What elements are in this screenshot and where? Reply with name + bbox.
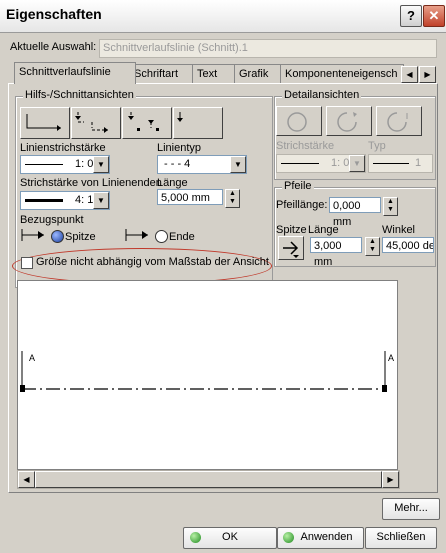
tab-text[interactable]: Text xyxy=(192,64,239,83)
laenge-input[interactable]: 5,000 mm xyxy=(157,189,223,205)
tab-komponenteneigenschaften[interactable]: Komponenteneigensch xyxy=(280,64,404,83)
detail-group-title: Detailansichten xyxy=(282,89,362,101)
scale-checkbox-label: Größe nicht abhängig vom Maßstab der Ans… xyxy=(36,256,269,268)
apply-icon xyxy=(283,532,294,543)
spitze-label: Spitze xyxy=(65,231,96,243)
selection-field: Schnittverlaufslinie (Schnitt).1 xyxy=(99,39,437,58)
tab-scroll-right[interactable]: ▶ xyxy=(419,66,436,83)
linientyp-label: Linientyp xyxy=(157,142,202,154)
scroll-right-icon[interactable]: ▶ xyxy=(382,471,399,488)
pfeile-laenge-label: Länge xyxy=(308,224,339,236)
chevron-down-icon[interactable]: ▼ xyxy=(230,156,246,173)
detail-strichstaerke-select[interactable]: 1: 0 ▼ xyxy=(276,154,366,173)
detail-style-button-3[interactable] xyxy=(376,106,422,136)
detail-circle-2-icon xyxy=(337,112,357,132)
tab-schriftart[interactable]: Schriftart xyxy=(129,64,197,83)
schliessen-button[interactable]: Schließen xyxy=(365,527,437,549)
scroll-thumb[interactable] xyxy=(35,471,382,488)
linienstrichstaerke-select[interactable]: 1: 0 ▼ xyxy=(20,155,110,174)
scale-checkbox[interactable] xyxy=(21,257,33,269)
detail-typ-label: Typ xyxy=(368,140,386,152)
bezugspunkt-label: Bezugspunkt xyxy=(20,214,84,226)
anwenden-label: Anwenden xyxy=(300,531,353,543)
chevron-down-icon[interactable]: ▼ xyxy=(93,156,109,173)
pfeillaenge-spinner[interactable]: ▲ ▼ xyxy=(383,197,398,216)
tab-label: Schriftart xyxy=(134,68,179,80)
profile-style-3-icon xyxy=(128,112,159,131)
arrow-tip-icon xyxy=(21,229,44,241)
section-line-preview xyxy=(20,351,387,392)
strichstaerke-value: 4: 1 xyxy=(75,194,94,206)
mehr-button[interactable]: Mehr... xyxy=(382,498,440,520)
line-sample xyxy=(373,163,409,164)
window-title: Eigenschaften xyxy=(6,6,102,22)
pfeile-laenge-spinner[interactable]: ▲ ▼ xyxy=(365,237,380,256)
linientyp-value: - - - 4 xyxy=(164,158,191,170)
close-button[interactable]: ✕ xyxy=(423,5,445,27)
line-sample xyxy=(25,164,63,165)
detail-style-button-1[interactable] xyxy=(276,106,322,136)
profile-style-2-icon xyxy=(75,112,108,133)
preview-area: A A xyxy=(17,280,398,470)
tab-label: Komponenteneigensch xyxy=(285,68,398,80)
tab-scroll-left[interactable]: ◀ xyxy=(401,66,418,83)
ok-button[interactable]: OK xyxy=(183,527,277,549)
spitze-radio[interactable] xyxy=(51,230,64,243)
detail-typ-select[interactable]: 1 xyxy=(368,154,433,173)
selection-label: Aktuelle Auswahl: xyxy=(10,41,97,53)
help-button[interactable]: ? xyxy=(400,5,422,27)
line-sample xyxy=(25,199,63,202)
tab-label: Text xyxy=(197,68,218,80)
linienstrichstaerke-label: Linienstrichstärke xyxy=(20,142,106,154)
linienstrichstaerke-value: 1: 0 xyxy=(75,158,94,170)
ende-radio[interactable] xyxy=(155,230,168,243)
strichstaerke-select[interactable]: 4: 1 ▼ xyxy=(20,191,110,210)
profile-style-1-icon xyxy=(26,114,61,131)
pfeillaenge-input[interactable]: 0,000 mm xyxy=(329,197,381,228)
arrow-type-button[interactable] xyxy=(278,236,304,260)
tab-schnittverlaufslinie[interactable]: Schnittverlaufslinie xyxy=(14,62,136,84)
title-bar: Eigenschaften ? ✕ xyxy=(0,0,446,33)
profile-style-button-3[interactable] xyxy=(122,107,172,139)
pfeile-laenge-input[interactable]: 3,000 mm xyxy=(310,237,362,268)
pfeile-spitze-label: Spitze xyxy=(276,224,307,236)
detail-style-button-2[interactable] xyxy=(326,106,372,136)
marker-right: A xyxy=(388,353,395,363)
profile-style-button-2[interactable] xyxy=(71,107,121,139)
ok-icon xyxy=(190,532,201,543)
pfeile-winkel-input[interactable]: 45,000 de xyxy=(382,237,434,253)
linientyp-select[interactable]: - - - 4 ▼ xyxy=(157,155,247,174)
detail-circle-3-icon xyxy=(387,112,408,132)
pfeile-group-title: Pfeile xyxy=(282,180,314,192)
laenge-label: Länge xyxy=(157,177,188,189)
tab-label: Schnittverlaufslinie xyxy=(19,66,111,78)
tab-grafik[interactable]: Grafik xyxy=(234,64,284,83)
profile-style-button-4[interactable] xyxy=(173,107,223,139)
pfeillaenge-label: Pfeillänge: xyxy=(276,199,328,211)
profile-style-4-icon xyxy=(177,112,183,122)
pfeile-winkel-label: Winkel xyxy=(382,224,416,236)
marker-left: A xyxy=(29,353,36,363)
strichstaerke-label: Strichstärke von Linienenden xyxy=(20,177,162,189)
scroll-left-icon[interactable]: ◀ xyxy=(18,471,35,488)
chevron-down-icon[interactable]: ▼ xyxy=(93,192,109,209)
horizontal-scrollbar[interactable]: ◀ ▶ xyxy=(17,470,400,489)
laenge-spinner[interactable]: ▲ ▼ xyxy=(225,189,240,208)
arrow-end-icon xyxy=(125,229,148,241)
anwenden-button[interactable]: Anwenden xyxy=(277,527,364,549)
detail-typ-value: 1 xyxy=(415,157,422,169)
profile-style-button-1[interactable] xyxy=(20,107,70,139)
detail-strichstaerke-label: Strichstärke xyxy=(276,140,335,152)
detail-strichstaerke-value: 1: 0 xyxy=(331,157,350,169)
line-sample xyxy=(281,163,319,164)
selection-value: Schnittverlaufslinie (Schnitt).1 xyxy=(103,42,248,54)
detail-circle-1-icon xyxy=(287,112,307,132)
tab-label: Grafik xyxy=(239,68,269,80)
ok-label: OK xyxy=(222,531,238,543)
chevron-down-icon[interactable]: ▼ xyxy=(349,155,365,172)
hilfs-group-title: Hilfs-/Schnittansichten xyxy=(23,89,136,101)
ende-label: Ende xyxy=(169,231,195,243)
arrow-right-icon xyxy=(283,241,299,258)
